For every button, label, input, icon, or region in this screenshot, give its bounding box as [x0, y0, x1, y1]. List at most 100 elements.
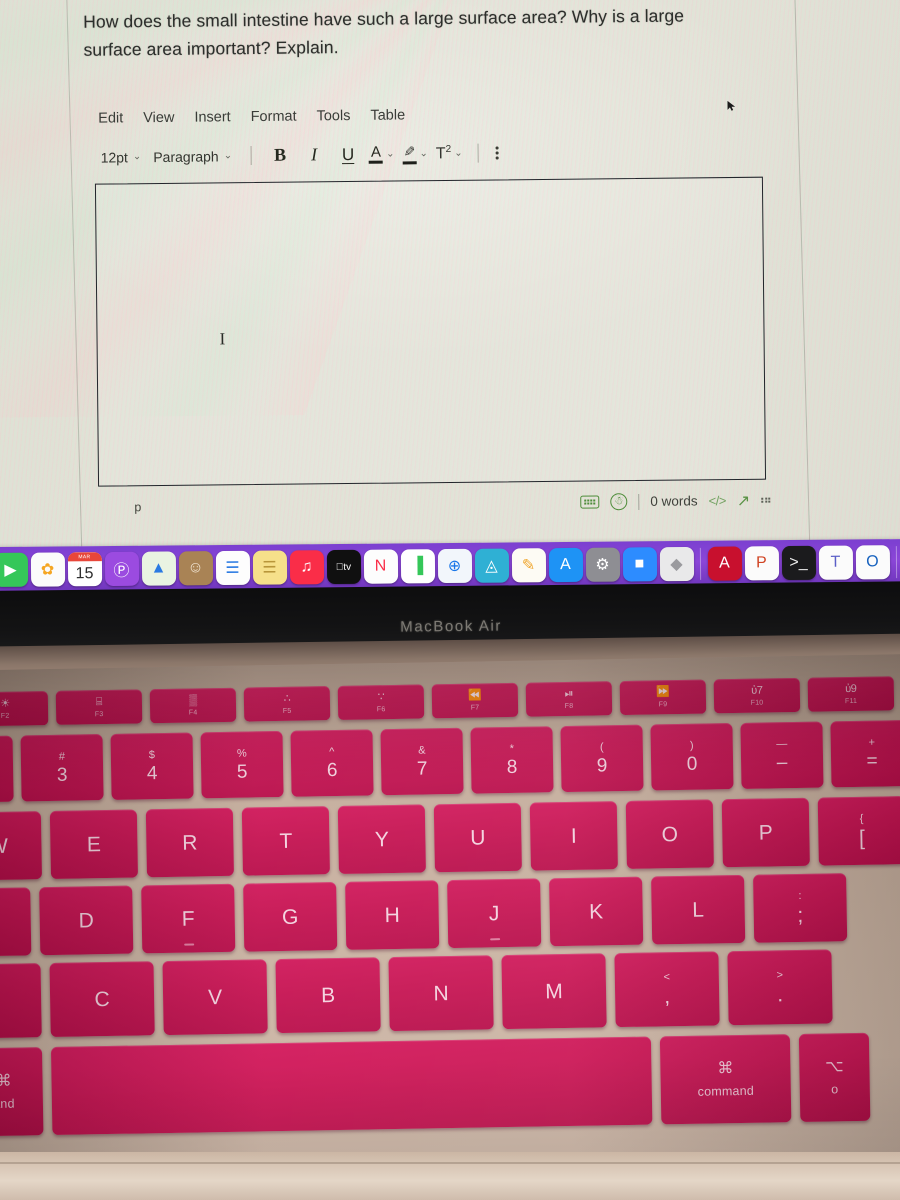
key-d[interactable]: D [39, 885, 134, 956]
dock-item-keynote[interactable]: ◬ [474, 548, 509, 583]
dock-item-numbers[interactable]: ▐ [400, 549, 435, 584]
rich-text-editor-body[interactable]: I [94, 176, 767, 487]
key-9[interactable]: (9 [560, 724, 644, 793]
key-f11[interactable]: ὐ9 F11 [807, 676, 895, 712]
key-command-left[interactable]: ⌘ and [0, 1047, 44, 1137]
key-u[interactable]: U [433, 802, 522, 873]
keyboard-shortcuts-icon[interactable] [580, 495, 600, 509]
highlight-color-control[interactable]: ✎ ⌄ [402, 144, 428, 165]
menu-item-insert[interactable]: Insert [194, 109, 230, 125]
key-[[interactable]: {[ [817, 796, 900, 866]
key-o[interactable]: O [625, 799, 714, 869]
block-format-select[interactable]: Paragraph ⌄ [149, 146, 240, 167]
key-f9[interactable]: ⏩ F9 [619, 679, 707, 716]
dock-item-news[interactable]: N [363, 549, 398, 584]
dock-item-system-settings[interactable]: ⚙ [585, 547, 620, 582]
dock-item-facetime[interactable]: ▶ [0, 552, 28, 588]
key-4[interactable]: $4 [110, 732, 194, 800]
dock-item-powerpoint[interactable]: P [744, 546, 779, 581]
dock-item-terminal[interactable]: >_ [781, 545, 816, 581]
key-f4[interactable]: ▒ F4 [149, 687, 237, 724]
dock-item-safari[interactable]: ⊕ [437, 548, 472, 584]
dock-item-roblox[interactable]: ◆ [659, 546, 694, 582]
key-6[interactable]: ^ 6 [290, 729, 374, 797]
italic-button[interactable]: I [303, 143, 325, 167]
key-f10[interactable]: ὐ7 F10 [713, 677, 801, 714]
dock-item-contacts[interactable]: ☺ [178, 551, 213, 586]
key-f8[interactable]: ⏯ F8 [525, 681, 613, 717]
chevron-down-icon[interactable]: ⌄ [419, 148, 428, 159]
dock-item-music[interactable]: ♫ [289, 550, 324, 585]
key-k[interactable]: K [549, 876, 644, 947]
resize-grip-icon[interactable] [761, 497, 771, 504]
key-p[interactable]: P [721, 797, 810, 868]
menu-item-tools[interactable]: Tools [316, 108, 350, 124]
key-x[interactable]: X [0, 963, 42, 1039]
key-r[interactable]: R [145, 807, 234, 878]
key-w[interactable]: W [0, 811, 43, 881]
key-–[interactable]: — – [740, 721, 824, 789]
key-.[interactable]: >. [727, 949, 833, 1026]
element-path-indicator[interactable]: p [134, 500, 141, 514]
key-0[interactable]: ) 0 [650, 723, 734, 791]
more-options-icon[interactable] [495, 146, 499, 160]
key-b[interactable]: B [275, 957, 381, 1034]
key-v[interactable]: V [162, 959, 268, 1036]
key-l[interactable]: L [651, 874, 746, 945]
accessibility-checker-icon[interactable]: ☃ [610, 493, 628, 511]
menu-item-view[interactable]: View [143, 110, 174, 126]
word-count-label[interactable]: 0 words [650, 494, 697, 509]
key-f7[interactable]: ⏪ F7 [431, 682, 519, 719]
key-c[interactable]: C [49, 961, 155, 1038]
dock-item-maps[interactable]: ▲ [141, 551, 176, 586]
menu-item-edit[interactable]: Edit [98, 110, 123, 126]
key-f2[interactable]: ☀ F2 [0, 691, 49, 727]
dock-item-adobe-acrobat[interactable]: A [707, 546, 742, 581]
key-e[interactable]: E [49, 809, 139, 879]
key-3[interactable]: #3 [20, 734, 104, 802]
chevron-down-icon[interactable]: ⌄ [454, 148, 463, 159]
menu-item-table[interactable]: Table [370, 107, 405, 123]
bold-button[interactable]: B [269, 143, 291, 167]
dock-item-pages[interactable]: ✎ [511, 548, 546, 583]
key-option-right[interactable]: ⌥ o [798, 1032, 871, 1122]
key-m[interactable]: M [501, 953, 607, 1030]
key-i[interactable]: I [529, 801, 618, 871]
superscript-control[interactable]: T2 ⌄ [436, 144, 463, 164]
dock-item-app-store[interactable]: A [548, 547, 583, 583]
key-;[interactable]: :; [753, 873, 848, 943]
key-y[interactable]: Y [337, 804, 426, 874]
font-size-select[interactable]: 12pt ⌄ [97, 147, 150, 168]
dock-item-zoom[interactable]: ■ [622, 547, 657, 582]
chevron-down-icon[interactable]: ⌄ [386, 149, 395, 160]
key-h[interactable]: H [345, 880, 440, 950]
key-command-right[interactable]: ⌘ command [659, 1034, 792, 1125]
key-7[interactable]: & 7 [380, 727, 464, 796]
menu-item-format[interactable]: Format [251, 108, 297, 124]
key-f3[interactable]: ⌸ F3 [55, 689, 143, 725]
key-8[interactable]: * 8 [470, 726, 554, 794]
key-j[interactable]: J [447, 878, 542, 949]
html-source-icon[interactable]: </> [708, 493, 725, 508]
key-f6[interactable]: ∵ F6 [337, 684, 425, 720]
text-color-control[interactable]: A ⌄ [369, 144, 395, 164]
dock-item-photos[interactable]: ✿ [30, 552, 65, 587]
key-n[interactable]: N [388, 955, 494, 1032]
key-,[interactable]: <, [614, 951, 720, 1028]
dock-item-outlook[interactable]: O [855, 545, 890, 580]
key-5[interactable]: % 5 [200, 730, 284, 799]
expand-editor-icon[interactable]: ↗ [737, 491, 751, 511]
key-2[interactable]: @2 [0, 735, 14, 804]
key-t[interactable]: T [241, 806, 330, 876]
dock-item-podcasts[interactable]: Ⓟ [104, 551, 139, 587]
key-=[interactable]: + = [830, 719, 900, 788]
dock-item-reminders[interactable]: ☰ [215, 550, 250, 586]
key-s[interactable]: S [0, 887, 32, 957]
underline-button[interactable]: U [337, 143, 359, 167]
dock-item-microsoft-teams[interactable]: T [818, 545, 853, 580]
dock-item-apple-tv[interactable]: tv [326, 549, 361, 585]
key-f[interactable]: F [141, 883, 236, 954]
dock-item-calendar[interactable]: MAR 15 [67, 552, 102, 587]
key-f5[interactable]: ∴ F5 [243, 686, 331, 722]
key-g[interactable]: G [243, 882, 338, 952]
